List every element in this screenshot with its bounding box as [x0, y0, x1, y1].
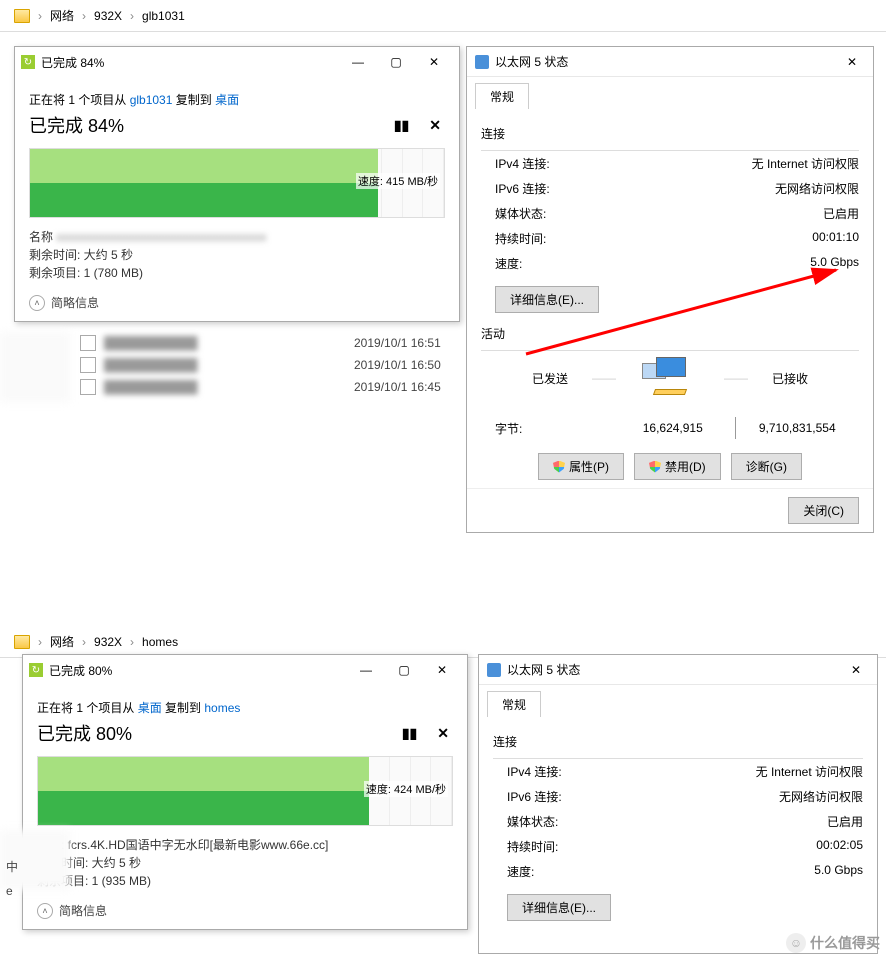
progress-chart: 速度: 415 MB/秒	[29, 148, 445, 218]
file-icon	[80, 357, 96, 373]
src-link[interactable]: glb1031	[130, 93, 173, 107]
bytes-recv: 9,710,831,554	[736, 421, 860, 435]
activity-label: 活动	[481, 325, 859, 342]
collapse-button[interactable]: ˄ 简略信息	[37, 902, 453, 919]
copy-dialog-bottom: ↻ 已完成 80% — ▢ ✕ 正在将 1 个项目从 桌面 复制到 homes …	[22, 654, 468, 930]
file-list: ███████████2019/10/1 16:51 ███████████20…	[80, 332, 464, 398]
crumb[interactable]: 932X	[88, 7, 128, 25]
chevron-right-icon: ›	[80, 9, 88, 23]
shield-icon	[649, 461, 661, 473]
folder-icon	[14, 635, 30, 649]
src-link[interactable]: 桌面	[138, 701, 162, 715]
stray-text: e	[6, 884, 13, 898]
ethernet-status-bottom: 以太网 5 状态 ✕ 常规 连接 IPv4 连接:无 Internet 访问权限…	[478, 654, 878, 954]
dst-link[interactable]: homes	[204, 701, 240, 715]
file-icon	[80, 379, 96, 395]
copy-icon: ↻	[29, 663, 43, 677]
ipv4-value: 无 Internet 访问权限	[752, 155, 859, 172]
minimize-button[interactable]: —	[345, 55, 371, 69]
name-row: 名称: fcrs.4K.HD国语中字无水印[最新电影www.66e.cc]	[37, 836, 453, 854]
maximize-button[interactable]: ▢	[383, 55, 409, 69]
crumb[interactable]: homes	[136, 633, 184, 651]
copy-icon: ↻	[21, 55, 35, 69]
close-button[interactable]: 关闭(C)	[788, 497, 859, 524]
ipv6-value: 无网络访问权限	[779, 788, 863, 805]
pause-button[interactable]: ▮▮	[402, 725, 417, 742]
chevron-right-icon: ›	[128, 635, 136, 649]
speed-value: 5.0 Gbps	[810, 255, 859, 272]
close-button[interactable]: ✕	[839, 55, 865, 69]
ipv6-value: 无网络访问权限	[775, 180, 859, 197]
shield-icon	[553, 461, 565, 473]
ethernet-status-top: 以太网 5 状态 ✕ 常规 连接 IPv4 连接:无 Internet 访问权限…	[466, 46, 874, 533]
dialog-title: 已完成 80%	[49, 662, 347, 679]
progress-heading: 已完成 80%	[37, 720, 132, 746]
stray-text: 中	[6, 858, 18, 875]
adapter-icon	[487, 663, 501, 677]
tab-general[interactable]: 常规	[475, 83, 529, 109]
adapter-icon	[475, 55, 489, 69]
crumb[interactable]: 网络	[44, 5, 80, 26]
speed-value: 5.0 Gbps	[814, 863, 863, 880]
crumb[interactable]: 网络	[44, 631, 80, 652]
dialog-title: 以太网 5 状态	[495, 53, 839, 70]
smile-icon: ☺	[786, 933, 806, 953]
chevron-up-icon: ˄	[37, 903, 53, 919]
chevron-right-icon: ›	[36, 9, 44, 23]
tab-general[interactable]: 常规	[487, 691, 541, 717]
duration-value: 00:01:10	[812, 230, 859, 247]
chevron-right-icon: ›	[80, 635, 88, 649]
time-row: 剩余时间: 大约 5 秒	[37, 854, 453, 872]
chevron-right-icon: ›	[36, 635, 44, 649]
close-button[interactable]: ✕	[421, 55, 447, 69]
details-button[interactable]: 详细信息(E)...	[507, 894, 611, 921]
progress-chart: 速度: 424 MB/秒	[37, 756, 453, 826]
network-icon	[640, 357, 700, 399]
copy-path: 正在将 1 个项目从 桌面 复制到 homes	[37, 699, 453, 716]
connection-label: 连接	[481, 125, 859, 142]
details-button[interactable]: 详细信息(E)...	[495, 286, 599, 313]
file-icon	[80, 335, 96, 351]
close-button[interactable]: ✕	[843, 663, 869, 677]
time-row: 剩余时间: 大约 5 秒	[29, 246, 445, 264]
cancel-button[interactable]: ✕	[429, 117, 441, 134]
close-button[interactable]: ✕	[429, 663, 455, 677]
pause-button[interactable]: ▮▮	[394, 117, 409, 134]
name-row: 名称 xxxxxxxxxxxxxxxxxxxxxxxxxxxxxxxxxxx	[29, 228, 445, 246]
items-row: 剩余项目: 1 (935 MB)	[37, 872, 453, 890]
chevron-up-icon: ˄	[29, 295, 45, 311]
folder-icon	[14, 9, 30, 23]
properties-button[interactable]: 属性(P)	[538, 453, 624, 480]
recv-label: 已接收	[772, 370, 808, 387]
dst-link[interactable]: 桌面	[215, 93, 239, 107]
duration-value: 00:02:05	[816, 838, 863, 855]
disable-button[interactable]: 禁用(D)	[634, 453, 721, 480]
media-value: 已启用	[827, 813, 863, 830]
collapse-button[interactable]: ˄ 简略信息	[29, 294, 445, 311]
watermark: ☺ 什么值得买	[786, 933, 880, 953]
dialog-title: 以太网 5 状态	[507, 661, 843, 678]
chevron-right-icon: ›	[128, 9, 136, 23]
sent-label: 已发送	[532, 370, 568, 387]
items-row: 剩余项目: 1 (780 MB)	[29, 264, 445, 282]
connection-label: 连接	[493, 733, 863, 750]
maximize-button[interactable]: ▢	[391, 663, 417, 677]
diagnose-button[interactable]: 诊断(G)	[731, 453, 802, 480]
copy-path: 正在将 1 个项目从 glb1031 复制到 桌面	[29, 91, 445, 108]
breadcrumb-top[interactable]: › 网络 › 932X › glb1031	[0, 0, 886, 32]
cancel-button[interactable]: ✕	[437, 725, 449, 742]
crumb[interactable]: 932X	[88, 633, 128, 651]
bytes-sent: 16,624,915	[611, 421, 735, 435]
crumb[interactable]: glb1031	[136, 7, 191, 25]
media-value: 已启用	[823, 205, 859, 222]
progress-heading: 已完成 84%	[29, 112, 124, 138]
copy-dialog-top: ↻ 已完成 84% — ▢ ✕ 正在将 1 个项目从 glb1031 复制到 桌…	[14, 46, 460, 322]
ipv4-value: 无 Internet 访问权限	[756, 763, 863, 780]
dialog-title: 已完成 84%	[41, 54, 339, 71]
minimize-button[interactable]: —	[353, 663, 379, 677]
